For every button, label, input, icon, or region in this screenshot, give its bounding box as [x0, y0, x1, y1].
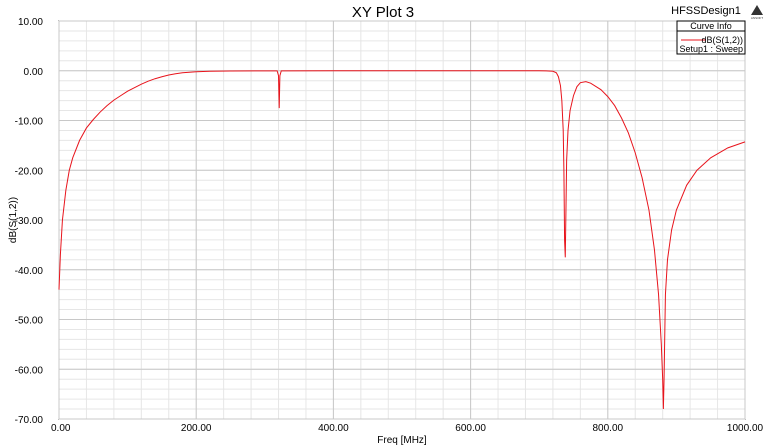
x-tick-label: 0.00 [51, 423, 71, 434]
xy-plot: XY Plot 3 HFSSDesign1 ANSOFT 0.00 200.00 4… [0, 0, 769, 447]
x-tick-label: 600.00 [455, 423, 486, 434]
chart-title: XY Plot 3 [352, 4, 414, 21]
legend-entry-setup: Setup1 : Sweep [679, 44, 743, 54]
x-tick-label: 1000.00 [727, 423, 764, 434]
legend-title: Curve Info [690, 21, 732, 31]
x-tick-label: 400.00 [318, 423, 349, 434]
y-tick-label: -70.00 [15, 415, 44, 426]
y-tick-label: -40.00 [15, 266, 44, 277]
y-tick-label: -10.00 [15, 117, 44, 128]
design-name: HFSSDesign1 [671, 5, 741, 17]
x-tick-label: 800.00 [593, 423, 624, 434]
y-tick-label: -60.00 [15, 365, 44, 376]
y-tick-label: -20.00 [15, 166, 44, 177]
x-axis-title: Freq [MHz] [377, 435, 427, 446]
x-tick-label: 200.00 [181, 423, 212, 434]
y-tick-label: -50.00 [15, 316, 44, 327]
y-tick-label: 10.00 [18, 17, 43, 28]
y-tick-label: 0.00 [24, 67, 44, 78]
legend[interactable]: Curve Info dB(S(1,2)) Setup1 : Sweep [676, 20, 746, 55]
y-axis-title: dB(S(1,2)) [8, 197, 19, 243]
svg-text:ANSOFT: ANSOFT [751, 16, 763, 20]
